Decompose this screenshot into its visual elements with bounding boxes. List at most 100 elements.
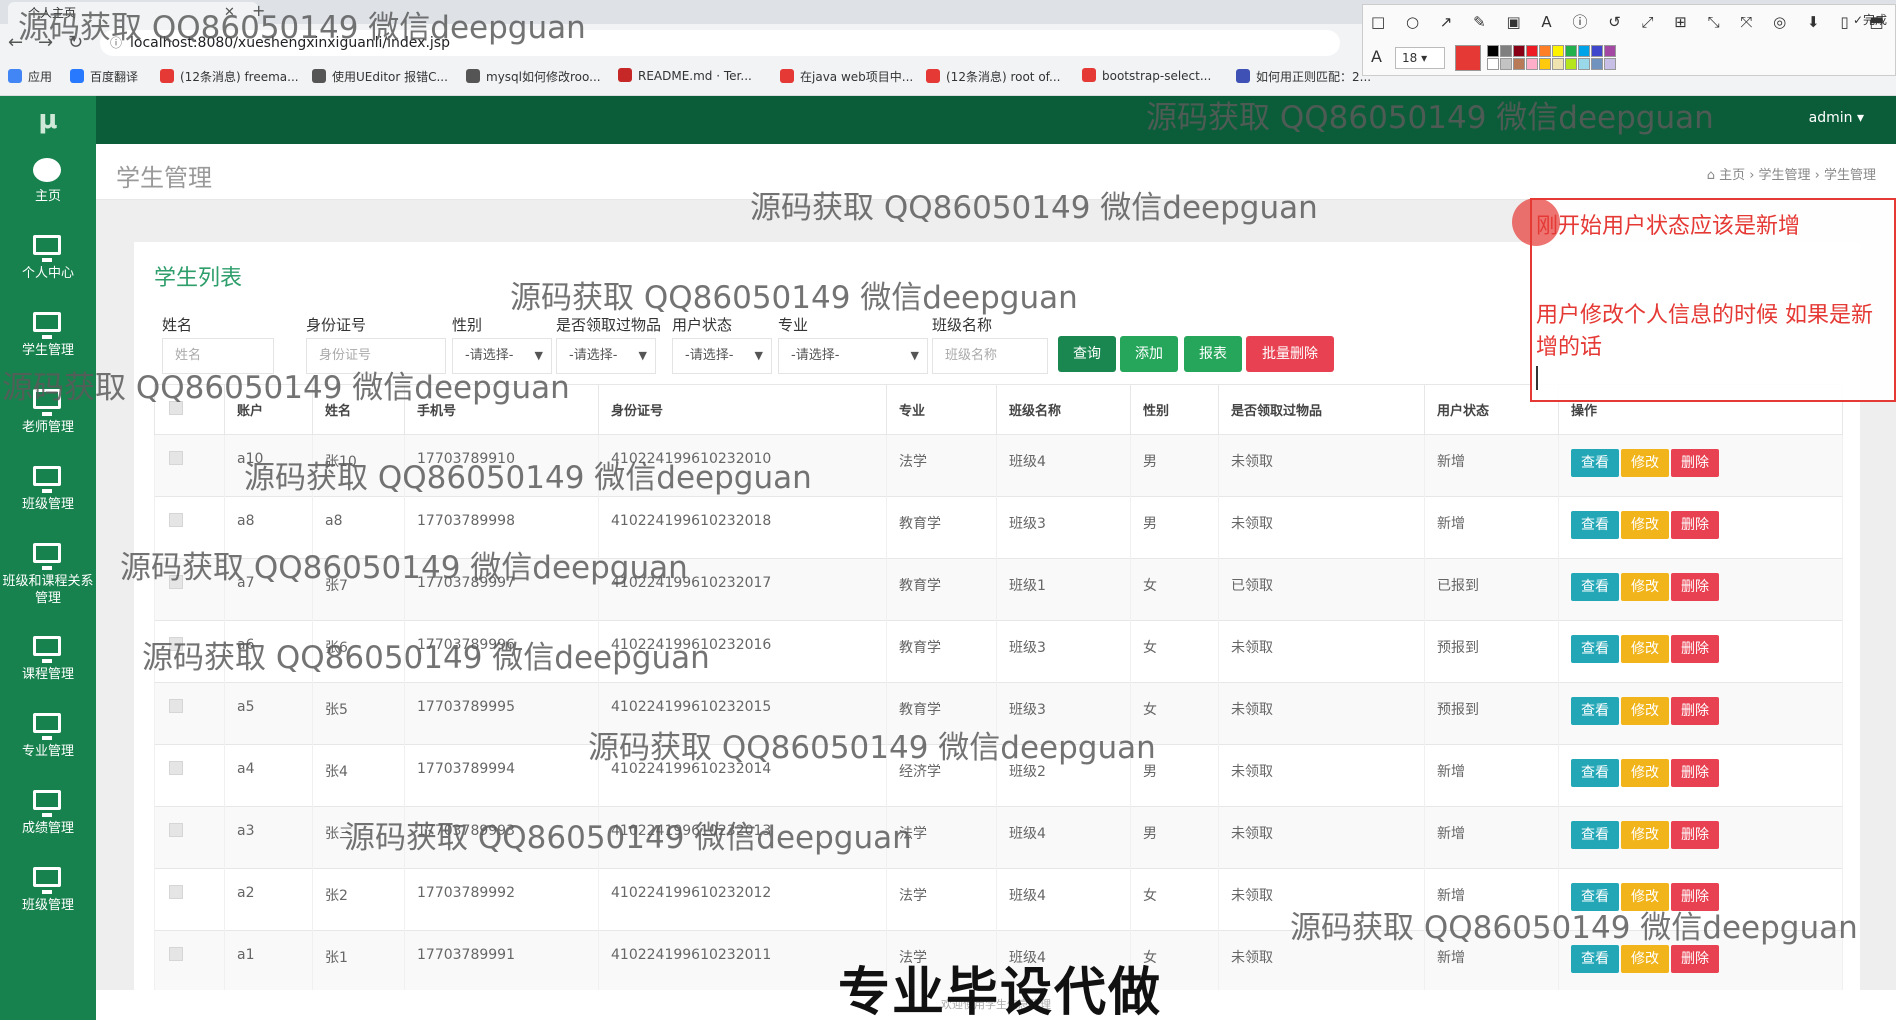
sidebar-item[interactable]: 主页 xyxy=(0,150,96,227)
view-button[interactable]: 查看 xyxy=(1571,759,1619,787)
sidebar-item[interactable]: 专业管理 xyxy=(0,705,96,782)
edit-button[interactable]: 修改 xyxy=(1621,573,1669,601)
color-swatch[interactable] xyxy=(1487,58,1499,70)
bookmark-item[interactable]: (12条消息) root of... xyxy=(926,68,1060,85)
sidebar-item[interactable]: 班级管理 xyxy=(0,859,96,936)
color-swatch[interactable] xyxy=(1565,45,1577,57)
delete-button[interactable]: 删除 xyxy=(1671,697,1719,725)
bookmark-item[interactable]: 使用UEditor 报错C... xyxy=(312,68,448,85)
edit-button[interactable]: 修改 xyxy=(1621,635,1669,663)
font-size-select[interactable]: 18 ▾ xyxy=(1395,47,1445,69)
row-checkbox[interactable] xyxy=(169,637,183,651)
edit-button[interactable]: 修改 xyxy=(1621,883,1669,911)
browser-tab[interactable]: 个人主页 ✕ xyxy=(8,2,258,24)
bookmark-item[interactable]: (12条消息) freema... xyxy=(160,68,299,85)
add-button[interactable]: 添加 xyxy=(1120,336,1178,372)
current-color-swatch[interactable] xyxy=(1455,45,1481,71)
color-swatch[interactable] xyxy=(1552,45,1564,57)
user-menu[interactable]: admin ▾ xyxy=(1809,110,1864,126)
edit-button[interactable]: 修改 xyxy=(1621,945,1669,973)
bookmark-item[interactable]: 如何用正则匹配：2... xyxy=(1236,68,1371,85)
row-checkbox[interactable] xyxy=(169,699,183,713)
batch-delete-button[interactable]: 批量删除 xyxy=(1246,336,1334,372)
edit-button[interactable]: 修改 xyxy=(1621,697,1669,725)
row-checkbox[interactable] xyxy=(169,513,183,527)
color-swatch[interactable] xyxy=(1552,58,1564,70)
sidebar-item[interactable]: 班级和课程关系管理 xyxy=(0,535,96,612)
view-button[interactable]: 查看 xyxy=(1571,697,1619,725)
forward-icon[interactable]: → xyxy=(38,32,53,53)
sidebar-item[interactable]: 班级管理 xyxy=(0,458,96,535)
new-tab-icon[interactable]: + xyxy=(252,0,265,22)
row-checkbox[interactable] xyxy=(169,761,183,775)
view-button[interactable]: 查看 xyxy=(1571,635,1619,663)
annotation-tools[interactable]: □ ○ ↗ ✎ ▣ A ⓘ ↺ ⤢ ⊞ ⤡ ⤧ ◎ ⬇ ▯ ⬒ ✕ xyxy=(1371,11,1896,32)
bookmark-item[interactable]: bootstrap-select... xyxy=(1082,68,1211,83)
color-swatch[interactable] xyxy=(1578,45,1590,57)
idcard-input[interactable]: 身份证号 xyxy=(306,338,446,374)
delete-button[interactable]: 删除 xyxy=(1671,759,1719,787)
delete-button[interactable]: 删除 xyxy=(1671,573,1719,601)
bookmark-item[interactable]: 在java web项目中... xyxy=(780,68,913,85)
color-swatch[interactable] xyxy=(1604,45,1616,57)
address-bar[interactable]: ⓘ localhost:8080/xueshengxinxiguanli/ind… xyxy=(100,30,1340,56)
edit-button[interactable]: 修改 xyxy=(1621,759,1669,787)
color-swatch[interactable] xyxy=(1539,45,1551,57)
row-checkbox[interactable] xyxy=(169,885,183,899)
query-button[interactable]: 查询 xyxy=(1058,336,1116,372)
gender-select[interactable]: -请选择- ▼ xyxy=(452,338,552,374)
delete-button[interactable]: 删除 xyxy=(1671,635,1719,663)
color-swatch[interactable] xyxy=(1500,45,1512,57)
view-button[interactable]: 查看 xyxy=(1571,449,1619,477)
delete-button[interactable]: 删除 xyxy=(1671,449,1719,477)
major-select[interactable]: -请选择- ▼ xyxy=(778,338,928,374)
name-input[interactable]: 姓名 xyxy=(162,338,274,374)
bookmark-item[interactable]: 百度翻译 xyxy=(70,68,138,85)
color-swatch[interactable] xyxy=(1591,58,1603,70)
select-all-checkbox[interactable] xyxy=(169,400,183,415)
status-select[interactable]: -请选择- ▼ xyxy=(672,338,772,374)
report-button[interactable]: 报表 xyxy=(1184,336,1242,372)
sidebar-item[interactable]: 个人中心 xyxy=(0,227,96,304)
edit-button[interactable]: 修改 xyxy=(1621,511,1669,539)
row-checkbox[interactable] xyxy=(169,575,183,589)
color-swatch[interactable] xyxy=(1513,58,1525,70)
delete-button[interactable]: 删除 xyxy=(1671,511,1719,539)
color-swatch[interactable] xyxy=(1487,45,1499,57)
tab-close-icon[interactable]: ✕ xyxy=(224,2,235,24)
received-select[interactable]: -请选择- ▼ xyxy=(556,338,656,374)
view-button[interactable]: 查看 xyxy=(1571,573,1619,601)
view-button[interactable]: 查看 xyxy=(1571,883,1619,911)
delete-button[interactable]: 删除 xyxy=(1671,883,1719,911)
delete-button[interactable]: 删除 xyxy=(1671,821,1719,849)
view-button[interactable]: 查看 xyxy=(1571,511,1619,539)
bookmark-item[interactable]: 应用 xyxy=(8,68,52,85)
row-checkbox[interactable] xyxy=(169,451,183,465)
color-swatch[interactable] xyxy=(1539,58,1551,70)
sidebar-item[interactable]: 学生管理 xyxy=(0,304,96,381)
class-input[interactable]: 班级名称 xyxy=(932,338,1048,374)
edit-button[interactable]: 修改 xyxy=(1621,821,1669,849)
color-swatch[interactable] xyxy=(1526,58,1538,70)
breadcrumb[interactable]: ⌂ 主页 › 学生管理 › 学生管理 xyxy=(1707,164,1876,183)
color-swatch[interactable] xyxy=(1604,58,1616,70)
sidebar-item[interactable]: 老师管理 xyxy=(0,381,96,458)
color-swatch[interactable] xyxy=(1591,45,1603,57)
bookmark-item[interactable]: README.md · Ter... xyxy=(618,68,752,83)
row-checkbox[interactable] xyxy=(169,947,183,961)
reload-icon[interactable]: ↻ xyxy=(68,32,83,53)
back-icon[interactable]: ← xyxy=(8,32,23,53)
delete-button[interactable]: 删除 xyxy=(1671,945,1719,973)
view-button[interactable]: 查看 xyxy=(1571,821,1619,849)
annotation-done-button[interactable]: ✓完成 xyxy=(1853,11,1887,28)
color-swatch[interactable] xyxy=(1526,45,1538,57)
sidebar-item[interactable]: 课程管理 xyxy=(0,628,96,705)
bookmark-item[interactable]: mysql如何修改roo... xyxy=(466,68,601,85)
color-swatch[interactable] xyxy=(1565,58,1577,70)
sidebar-item[interactable]: 成绩管理 xyxy=(0,782,96,859)
site-info-icon[interactable]: ⓘ xyxy=(110,30,122,56)
color-swatch[interactable] xyxy=(1578,58,1590,70)
row-checkbox[interactable] xyxy=(169,823,183,837)
edit-button[interactable]: 修改 xyxy=(1621,449,1669,477)
view-button[interactable]: 查看 xyxy=(1571,945,1619,973)
